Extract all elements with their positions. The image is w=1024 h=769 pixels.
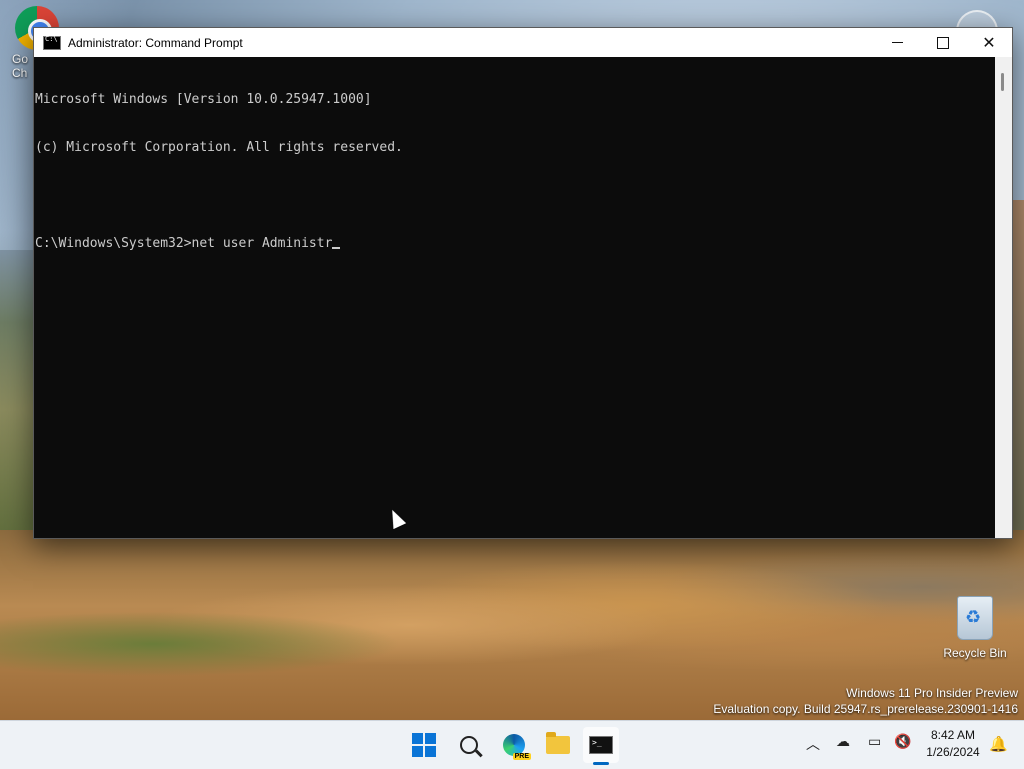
- maximize-icon: [937, 36, 949, 49]
- minimize-button[interactable]: [874, 28, 920, 57]
- window-title: Administrator: Command Prompt: [68, 35, 243, 50]
- console-input-line[interactable]: C:\Windows\System32>net user Administr: [35, 236, 995, 252]
- watermark-line1: Windows 11 Pro Insider Preview: [846, 686, 1018, 700]
- search-button[interactable]: [451, 727, 487, 763]
- clock-time: 8:42 AM: [930, 728, 976, 742]
- volume-muted-icon[interactable]: 🔇: [894, 733, 911, 750]
- minimize-icon: [891, 42, 903, 43]
- command-prompt-taskbar-button[interactable]: [583, 727, 619, 765]
- file-explorer-button[interactable]: [540, 727, 576, 763]
- show-hidden-icons-button[interactable]: ︿: [806, 734, 820, 754]
- console-output[interactable]: Microsoft Windows [Version 10.0.25947.10…: [34, 57, 995, 538]
- console-command: C:\Windows\System32>net user Administr: [35, 236, 333, 251]
- console-line: Microsoft Windows [Version 10.0.25947.10…: [35, 92, 372, 107]
- windows-logo-icon: [412, 733, 436, 757]
- network-icon[interactable]: ▭: [868, 733, 881, 750]
- command-prompt-window[interactable]: Administrator: Command Prompt ✕ Microsof…: [33, 27, 1013, 539]
- vertical-scrollbar[interactable]: [995, 57, 1012, 538]
- title-bar[interactable]: Administrator: Command Prompt ✕: [34, 28, 1012, 57]
- wallpaper-valley: [0, 250, 34, 540]
- start-button[interactable]: [406, 727, 442, 763]
- folder-icon: [546, 732, 570, 754]
- maximize-button[interactable]: [920, 28, 966, 57]
- desktop-icon-recycle-bin[interactable]: ♻ Recycle Bin: [940, 596, 1010, 660]
- taskbar: PRE ︿ ☁ ▭ 🔇 8:42 AM 1/26/2024 🔔: [0, 720, 1024, 769]
- onedrive-icon[interactable]: ☁: [836, 733, 850, 750]
- close-icon: ✕: [982, 34, 996, 52]
- edge-pre-badge: PRE: [512, 753, 531, 760]
- console-line: (c) Microsoft Corporation. All rights re…: [35, 140, 403, 155]
- edge-icon: PRE: [503, 734, 531, 760]
- recycle-bin-label: Recycle Bin: [943, 646, 1007, 660]
- clock[interactable]: 8:42 AM 1/26/2024: [918, 727, 988, 761]
- chevron-up-icon: ︿: [806, 736, 820, 752]
- close-button[interactable]: ✕: [966, 28, 1012, 57]
- command-prompt-icon: [589, 736, 613, 754]
- command-prompt-icon: [43, 35, 61, 50]
- evaluation-watermark: Windows 11 Pro Insider Preview Evaluatio…: [713, 685, 1018, 717]
- text-cursor: [332, 247, 341, 249]
- edge-button[interactable]: PRE: [496, 727, 532, 763]
- clock-date: 1/26/2024: [926, 745, 980, 759]
- watermark-line2: Evaluation copy. Build 25947.rs_prerelea…: [713, 702, 1018, 716]
- search-icon: [460, 736, 478, 754]
- notification-bell-icon[interactable]: 🔔: [989, 735, 1008, 753]
- scrollbar-thumb[interactable]: [1001, 73, 1004, 91]
- recycle-bin-icon: ♻: [957, 596, 993, 640]
